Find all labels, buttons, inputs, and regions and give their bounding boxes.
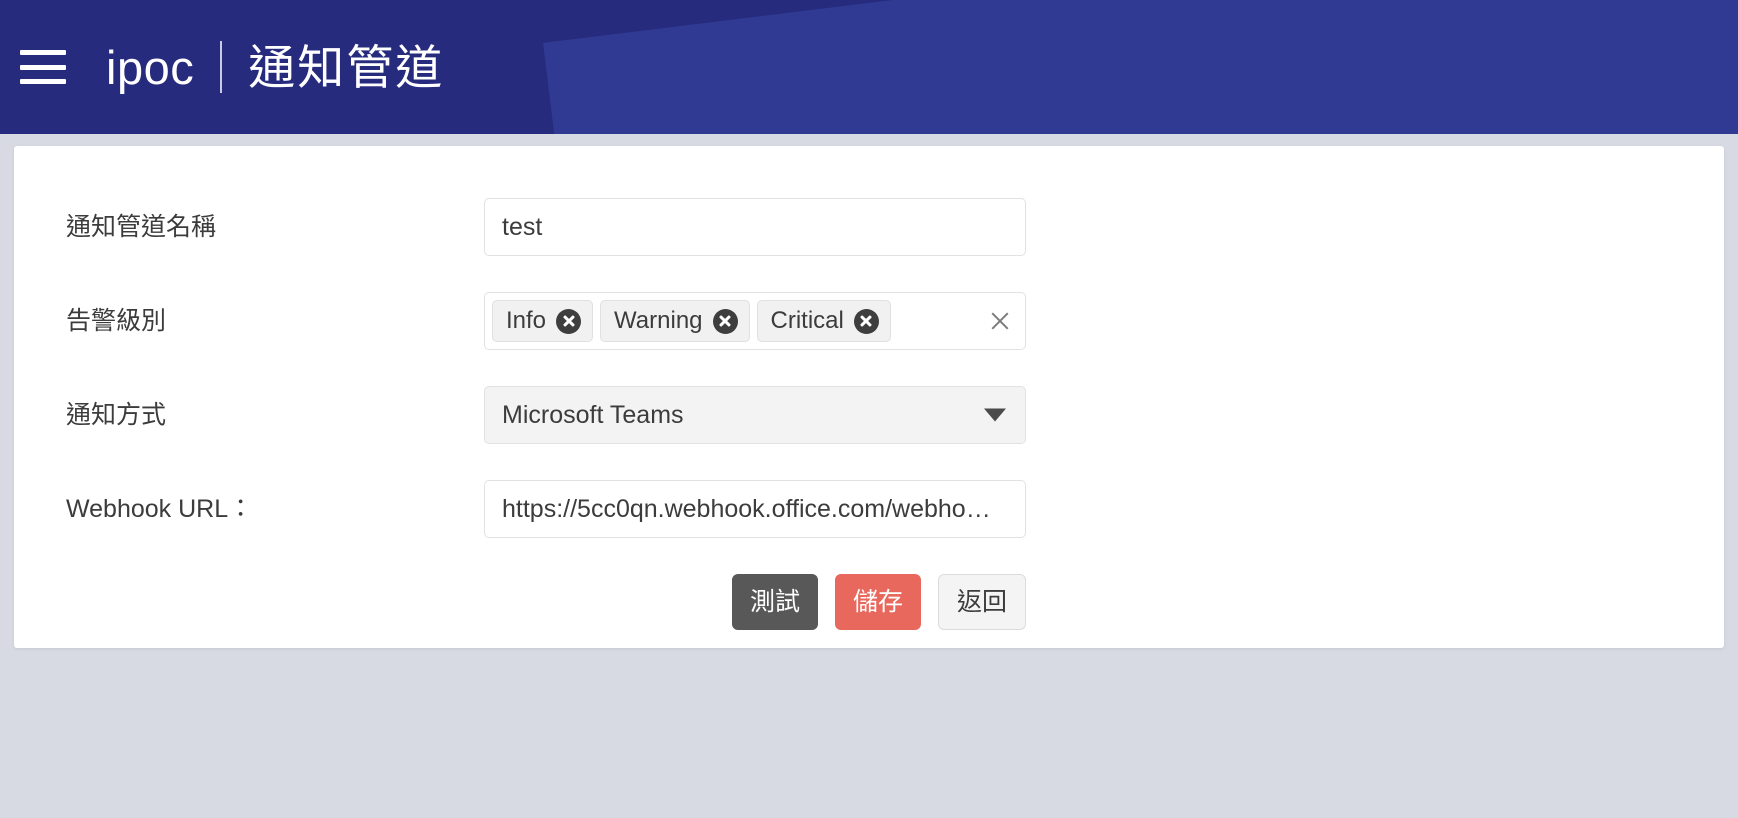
tag-label: Critical — [770, 307, 844, 334]
chevron-down-icon[interactable] — [984, 408, 1006, 422]
tag-info[interactable]: Info — [492, 300, 594, 342]
hamburger-bar — [20, 50, 66, 55]
tag-remove-icon[interactable] — [853, 308, 879, 334]
tag-warning[interactable]: Warning — [600, 300, 750, 342]
tag-remove-icon[interactable] — [556, 308, 582, 334]
label-webhook-url: Webhook URL： — [66, 495, 254, 523]
form-row-webhook-url: Webhook URL： — [14, 480, 1724, 538]
channel-name-input[interactable] — [484, 198, 1026, 256]
tag-label: Info — [506, 307, 547, 334]
label-alert-level: 告警級別 — [66, 307, 167, 335]
tag-label: Warning — [614, 307, 703, 334]
close-icon[interactable] — [985, 306, 1015, 336]
hamburger-bar — [20, 64, 66, 70]
notification-channel-form-card: 通知管道名稱 告警級別 Info Warning Critical — [14, 146, 1724, 648]
form-action-buttons: 測試 儲存 返回 — [14, 574, 1026, 630]
form-row-alert-level: 告警級別 Info Warning Critical — [14, 292, 1724, 350]
header-sheen-decoration — [543, 0, 1738, 134]
page-title: 通知管道 — [248, 40, 445, 94]
form-row-notify-method: 通知方式 Microsoft Teams — [14, 386, 1724, 444]
form-row-channel-name: 通知管道名稱 — [14, 198, 1724, 256]
notify-method-select[interactable]: Microsoft Teams — [484, 386, 1026, 444]
control-channel-name — [484, 198, 1026, 256]
test-button[interactable]: 測試 — [731, 574, 818, 630]
label-channel-name: 通知管道名稱 — [66, 213, 217, 241]
tag-remove-icon[interactable] — [712, 308, 738, 334]
control-notify-method: Microsoft Teams — [484, 386, 1026, 444]
label-notify-method: 通知方式 — [66, 401, 167, 429]
control-alert-level: Info Warning Critical — [484, 292, 1026, 350]
brand-logo-text[interactable]: ipoc — [106, 44, 194, 91]
webhook-url-input[interactable] — [484, 480, 1026, 538]
control-webhook-url — [484, 480, 1026, 538]
app-header: ipoc 通知管道 — [0, 0, 1738, 134]
tag-critical[interactable]: Critical — [756, 300, 891, 342]
notify-method-selected-value: Microsoft Teams — [502, 400, 684, 429]
alert-level-tag-input[interactable]: Info Warning Critical — [484, 292, 1026, 350]
save-button[interactable]: 儲存 — [834, 574, 921, 630]
hamburger-menu-icon[interactable] — [20, 50, 66, 84]
brand-area: ipoc 通知管道 — [106, 41, 444, 93]
back-button[interactable]: 返回 — [937, 574, 1026, 630]
hamburger-bar — [20, 79, 66, 84]
brand-separator — [220, 41, 223, 93]
